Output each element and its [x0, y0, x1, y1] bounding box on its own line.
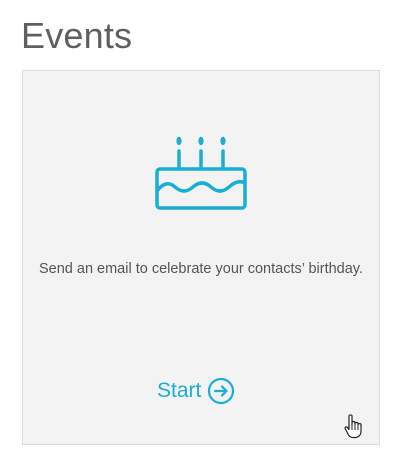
card-description: Send an email to celebrate your contacts…	[38, 261, 363, 277]
birthday-cake-icon	[155, 136, 247, 210]
birthday-event-card: Send an email to celebrate your contacts…	[22, 70, 380, 445]
start-button[interactable]: Start	[157, 374, 235, 408]
arrow-right-circle-icon	[208, 377, 235, 405]
events-page: Events Send an email to celebrate your c…	[0, 0, 400, 462]
hand-pointer-cursor-icon	[344, 414, 362, 439]
page-title: Events	[21, 15, 133, 56]
start-label: Start	[157, 379, 202, 402]
